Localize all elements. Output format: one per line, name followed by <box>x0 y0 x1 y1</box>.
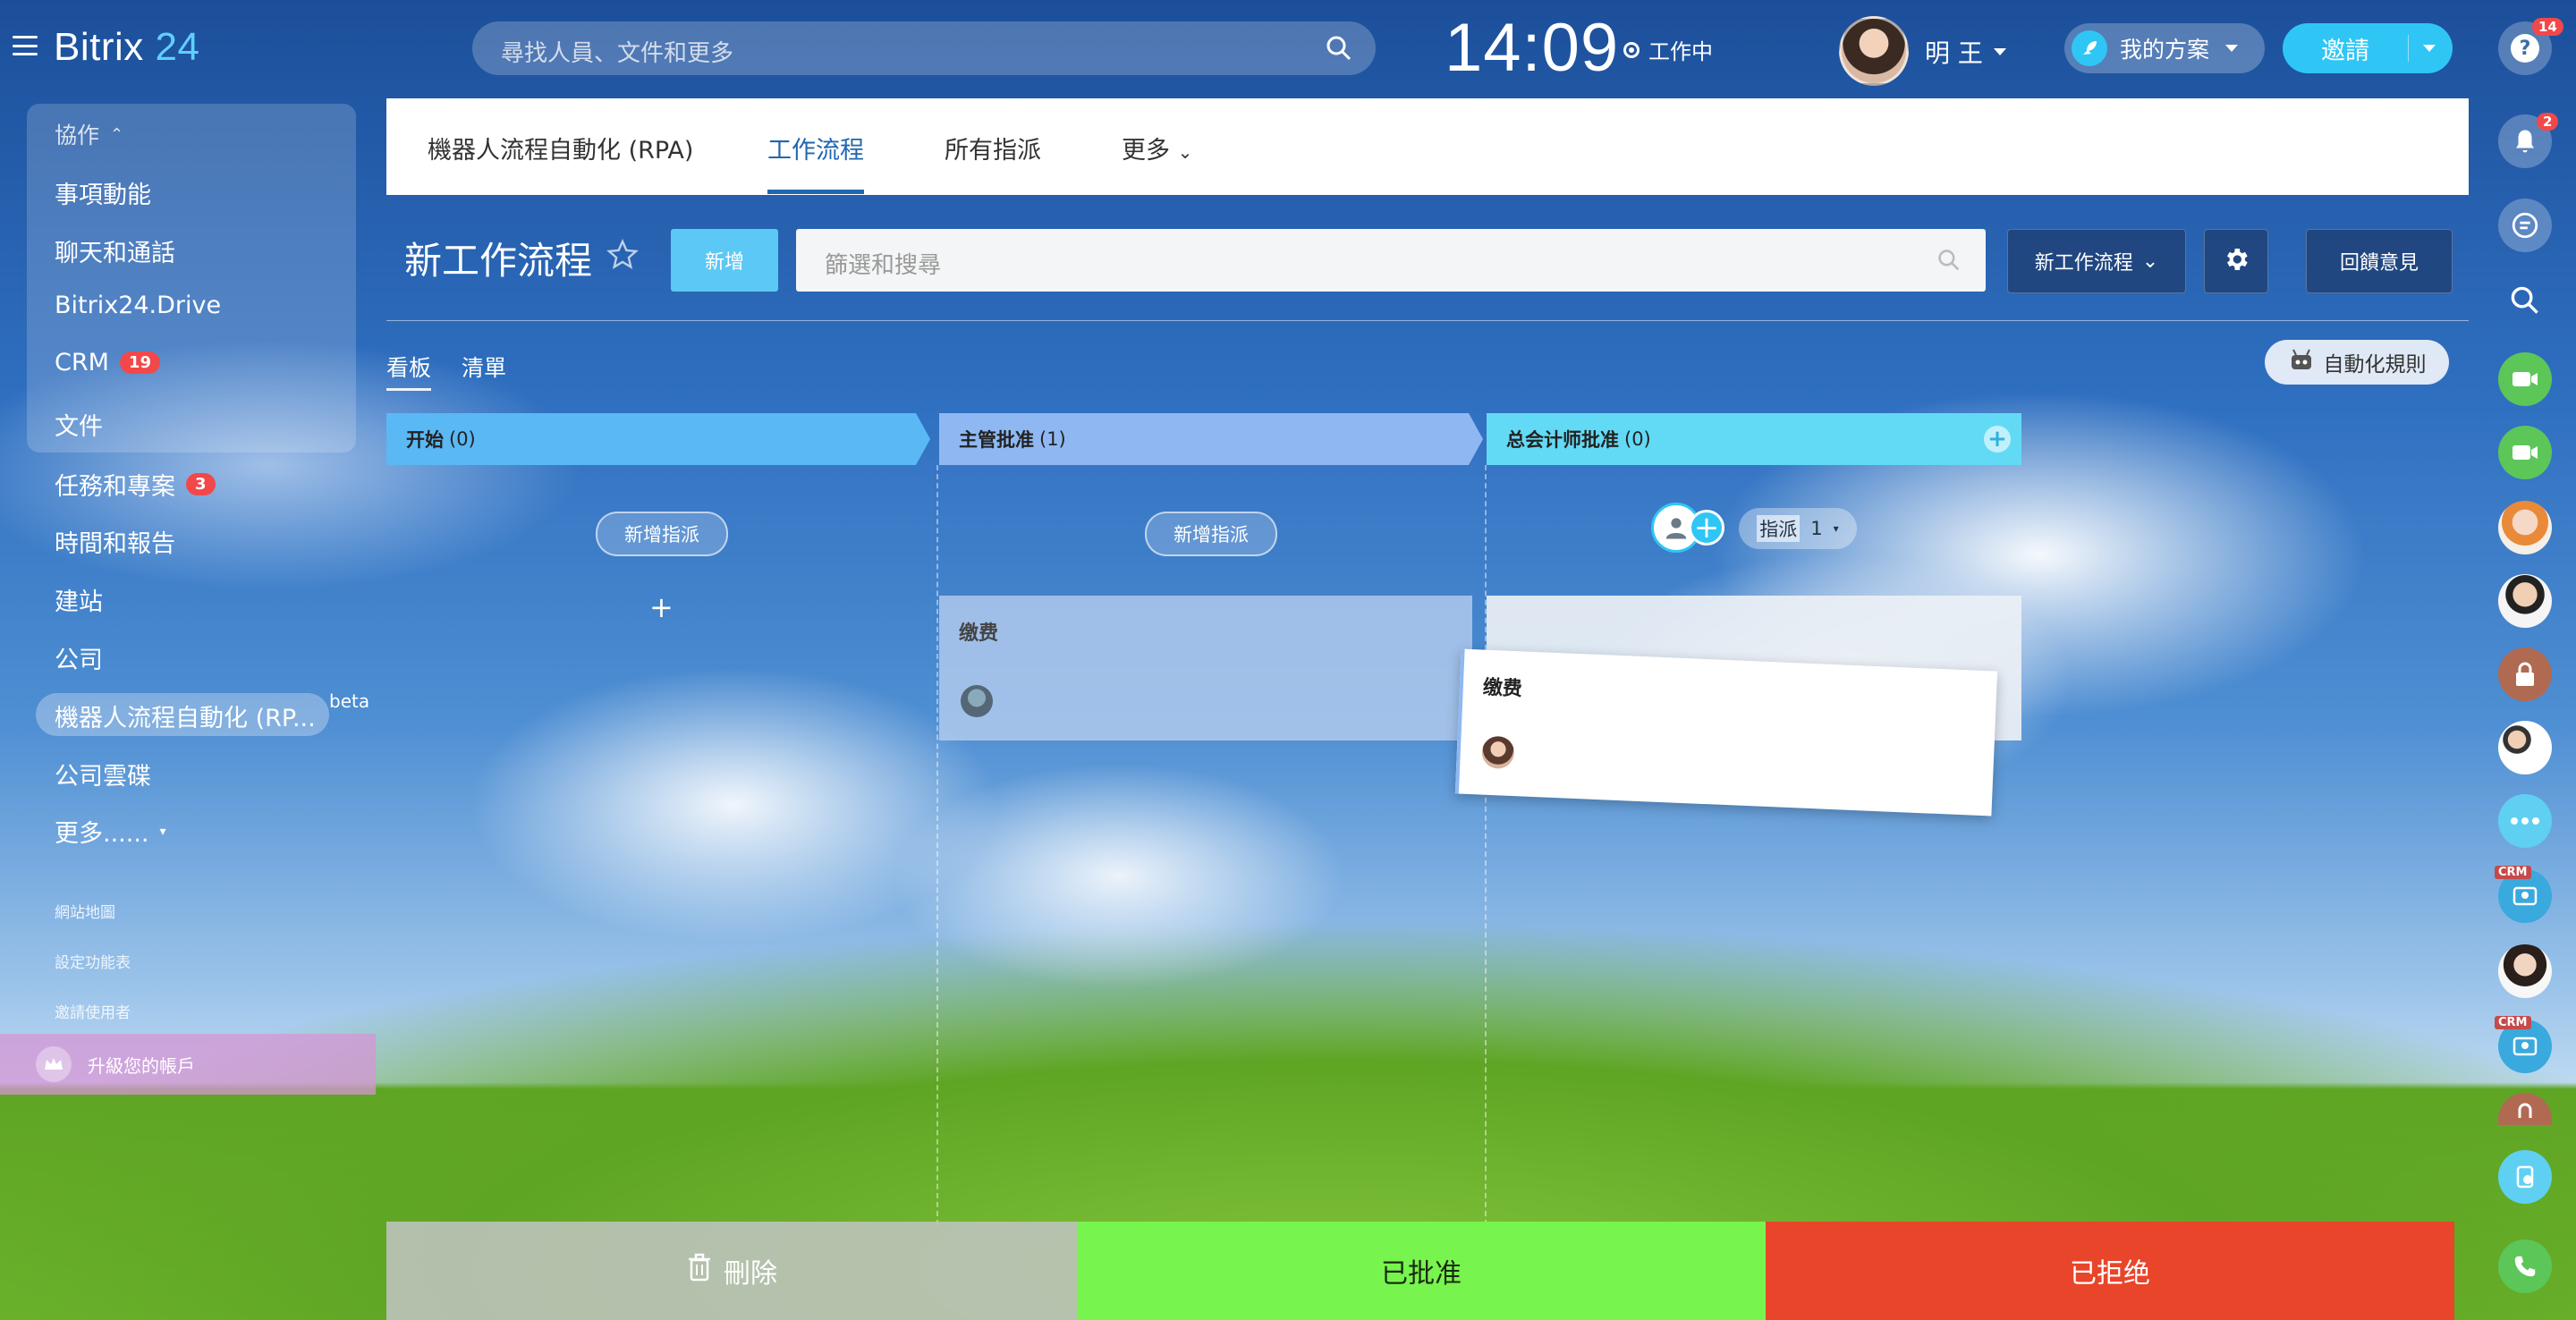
sidebar-item-more[interactable]: 更多...... ▾ <box>55 814 166 849</box>
add-user-icon[interactable]: + <box>1689 510 1724 546</box>
upgrade-account-button[interactable]: 升級您的帳戶 <box>0 1034 376 1095</box>
sidebar-item-drive[interactable]: Bitrix24.Drive <box>55 292 221 319</box>
view-list[interactable]: 清單 <box>462 351 506 383</box>
avatar[interactable] <box>961 685 993 717</box>
logo[interactable]: Bitrix 24 <box>54 25 199 70</box>
trash-icon <box>686 1252 713 1290</box>
clock[interactable]: 14:09 <box>1445 9 1619 87</box>
sidebar-item-company[interactable]: 公司 <box>55 640 103 675</box>
sidebar-item-sites[interactable]: 建站 <box>55 582 103 617</box>
chevron-down-icon: ⌄ <box>1177 141 1193 163</box>
add-task-button[interactable]: 新增指派 <box>1145 512 1277 556</box>
video-call-icon[interactable] <box>2498 352 2552 406</box>
sidebar-item-crm[interactable]: CRM 19 <box>55 349 160 377</box>
more-chats-icon[interactable] <box>2498 794 2552 848</box>
search-icon[interactable] <box>1937 249 1961 275</box>
crm-tag: CRM <box>2495 1016 2531 1029</box>
chevron-down-icon <box>2225 45 2239 52</box>
avatar[interactable] <box>1839 16 1909 86</box>
active-tab-indicator <box>767 190 864 194</box>
filter-search[interactable]: 篩選和搜尋 <box>796 229 1986 292</box>
view-kanban[interactable]: 看板 <box>386 351 431 383</box>
tab-rpa[interactable]: 機器人流程自動化 (RPA) <box>428 131 693 165</box>
chevron-down-icon <box>1993 48 2006 55</box>
phone-icon[interactable] <box>2498 1240 2552 1293</box>
nav-group-collab <box>27 104 356 453</box>
add-task-button[interactable]: 新增指派 <box>596 512 728 556</box>
avatar[interactable] <box>1481 735 1515 770</box>
add-item-icon[interactable]: + <box>649 590 674 624</box>
sidebar-item-chat[interactable]: 聊天和通話 <box>55 233 175 268</box>
delete-drop-zone[interactable]: 刪除 <box>386 1222 1077 1320</box>
divider <box>386 320 2469 321</box>
screen-share-icon[interactable] <box>2498 1150 2552 1204</box>
help-badge: 14 <box>2532 18 2563 36</box>
nav-group-toggle[interactable]: 協作 ⌃ <box>55 118 123 150</box>
video-call-icon[interactable] <box>2498 426 2552 479</box>
gear-icon <box>2222 245 2250 277</box>
sidebar-item-time[interactable]: 時間和報告 <box>55 524 175 559</box>
work-status[interactable]: 工作中 <box>1623 34 1713 65</box>
global-search[interactable]: 尋找人員、文件和更多 <box>472 21 1376 75</box>
tab-workflow[interactable]: 工作流程 <box>767 131 864 165</box>
crm-count-badge: 19 <box>119 351 160 374</box>
approve-drop-zone[interactable]: 已批准 <box>1077 1222 1766 1320</box>
sidebar-link-invite-users[interactable]: 邀請使用者 <box>55 1000 131 1022</box>
chevron-down-icon[interactable] <box>2423 45 2436 52</box>
group-chat-avatar[interactable] <box>2498 721 2552 774</box>
chevron-down-icon: ▾ <box>1833 522 1839 535</box>
chat-icon[interactable] <box>2498 199 2552 252</box>
sidebar-item-docs[interactable]: 文件 <box>55 407 103 442</box>
sidebar-item-rpa[interactable]: 機器人流程自動化 (RP... <box>55 698 316 733</box>
column-header-accountant-approval[interactable]: 总会计师批准 (0) + <box>1487 413 2021 465</box>
filter-input[interactable]: 篩選和搜尋 <box>825 247 941 280</box>
column-header-start[interactable]: 开始 (0) <box>386 413 930 465</box>
settings-button[interactable] <box>2204 229 2268 293</box>
rocket-icon <box>2072 30 2107 66</box>
active-view-indicator <box>386 388 431 391</box>
sidebar-item-activity[interactable]: 事項動能 <box>55 175 151 210</box>
chevron-down-icon: ⌄ <box>2141 250 2159 273</box>
contact-avatar[interactable] <box>2498 944 2552 998</box>
invite-button[interactable]: 邀請 <box>2283 23 2453 73</box>
tab-all-tasks[interactable]: 所有指派 <box>945 131 1041 165</box>
star-icon[interactable] <box>606 236 639 280</box>
plan-button[interactable]: 我的方案 <box>2064 23 2265 73</box>
feedback-button[interactable]: 回饋意見 <box>2306 229 2453 293</box>
record-icon <box>1623 41 1640 58</box>
crown-icon <box>36 1046 72 1082</box>
assign-dropdown[interactable]: 指派 1 ▾ <box>1739 508 1857 549</box>
contact-avatar[interactable] <box>2498 501 2552 554</box>
add-column-icon[interactable]: + <box>1984 426 2011 453</box>
lock-icon[interactable] <box>2498 647 2552 701</box>
reject-drop-zone[interactable]: 已拒绝 <box>1766 1222 2454 1320</box>
svg-text:?: ? <box>2520 38 2531 60</box>
column-divider <box>936 465 938 1225</box>
workflow-dropdown[interactable]: 新工作流程 ⌄ <box>2007 229 2186 293</box>
task-card[interactable]: 缴费 <box>939 596 1472 740</box>
column-divider <box>1485 465 1487 1225</box>
robot-icon <box>2288 348 2315 377</box>
automation-rules-button[interactable]: 自動化規則 <box>2265 340 2449 385</box>
user-menu[interactable]: 明 王 <box>1925 34 2006 70</box>
beta-label: beta <box>329 690 370 712</box>
sidebar-item-company-drive[interactable]: 公司雲碟 <box>55 757 151 791</box>
sidebar-item-tasks[interactable]: 任務和專案 3 <box>55 467 216 502</box>
dragged-task-card[interactable]: 缴费 <box>1454 648 1998 817</box>
search-icon <box>1326 35 1352 65</box>
sidebar-link-configure-menu[interactable]: 設定功能表 <box>55 950 131 972</box>
contact-avatar[interactable] <box>2498 574 2552 628</box>
page-title: 新工作流程 <box>404 231 639 285</box>
sidebar-link-sitemap[interactable]: 網站地圖 <box>55 900 115 922</box>
new-button[interactable]: 新增 <box>671 229 778 292</box>
tasks-count-badge: 3 <box>186 473 216 495</box>
tab-more[interactable]: 更多 ⌄ <box>1122 131 1192 165</box>
search-icon[interactable] <box>2498 274 2552 327</box>
crm-tag: CRM <box>2495 866 2531 879</box>
search-input[interactable]: 尋找人員、文件和更多 <box>501 35 733 68</box>
notification-badge: 2 <box>2537 113 2559 131</box>
menu-icon[interactable] <box>13 36 38 55</box>
column-header-manager-approval[interactable]: 主管批准 (1) <box>939 413 1483 465</box>
top-tabs: 機器人流程自動化 (RPA) 工作流程 所有指派 更多 ⌄ <box>386 98 2469 195</box>
